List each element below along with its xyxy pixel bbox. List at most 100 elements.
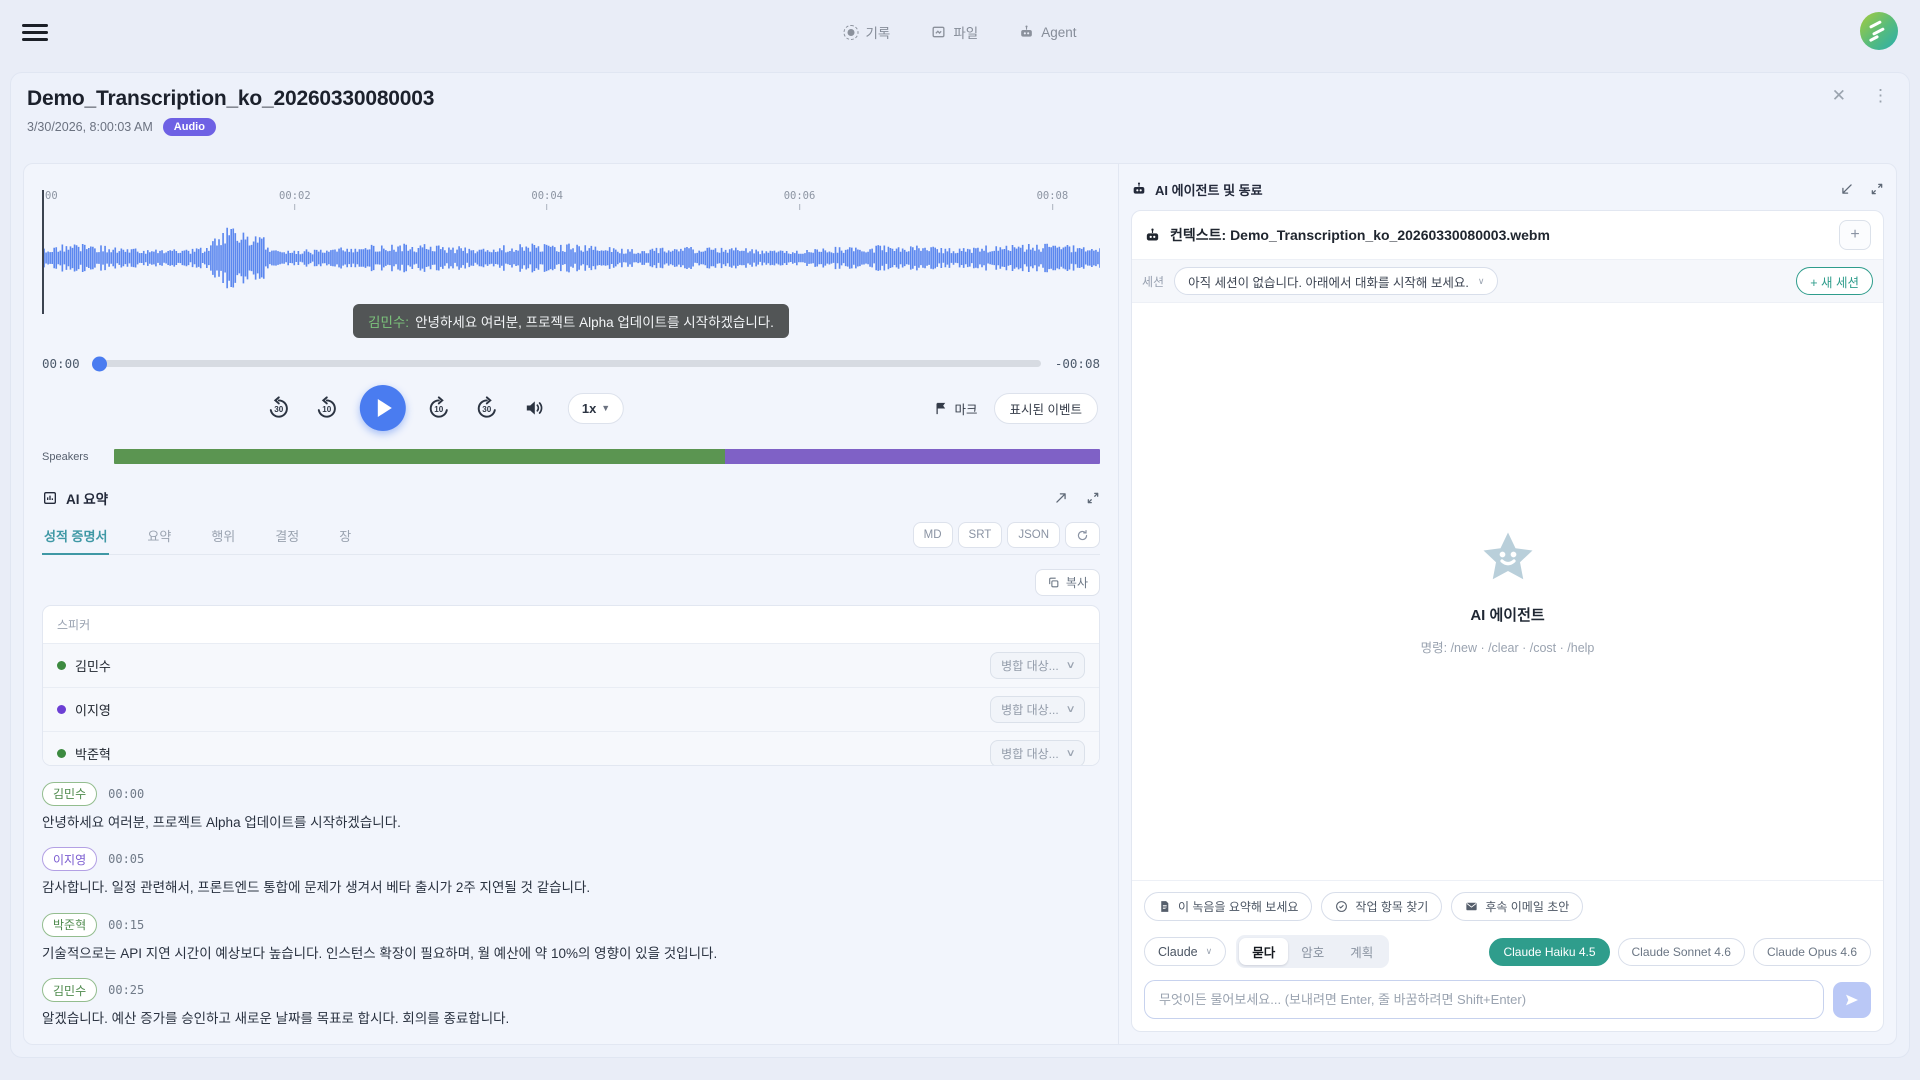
tab-agent-label: Agent bbox=[1041, 24, 1077, 40]
robot-icon bbox=[1133, 182, 1145, 194]
chevron-down-icon: ∨ bbox=[1477, 275, 1485, 286]
chevron-down-icon: ▼ bbox=[601, 403, 611, 413]
tab-record[interactable]: 기록 bbox=[843, 22, 891, 42]
tab-decisions[interactable]: 결정 bbox=[273, 520, 301, 554]
speaker-list: 스피커 김민수 병합 대상... ∨ 이지영 병합 대상... ∨ 박준혁 병합… bbox=[42, 605, 1100, 766]
speed-select[interactable]: 1x ▼ bbox=[567, 392, 625, 424]
merge-target-select[interactable]: 병합 대상... ∨ bbox=[990, 652, 1085, 679]
provider-select[interactable]: Claude ∨ bbox=[1144, 937, 1227, 966]
menu-icon[interactable] bbox=[22, 20, 48, 45]
chip-followup-email[interactable]: 후속 이메일 초안 bbox=[1451, 892, 1584, 921]
speaker-badge: 김민수 bbox=[42, 781, 98, 806]
entry-text: 감사합니다. 일정 관련해서, 프론트엔드 통합에 문제가 생겨서 베타 출시가… bbox=[42, 880, 591, 896]
tab-record-label: 기록 bbox=[865, 26, 891, 41]
agent-card: 컨텍스트: Demo_Transcription_ko_202603300800… bbox=[1131, 210, 1884, 1032]
open-external-icon[interactable] bbox=[1054, 491, 1068, 505]
document-header: Demo_Transcription_ko_20260330080003 3/3… bbox=[11, 73, 1909, 136]
entry-timestamp[interactable]: 00:15 bbox=[108, 918, 144, 932]
speaker-row: 김민수 병합 대상... ∨ bbox=[43, 643, 1099, 687]
record-icon bbox=[843, 24, 859, 40]
chevron-down-icon: ∨ bbox=[1205, 946, 1213, 956]
copy-button[interactable]: 복사 bbox=[1034, 569, 1100, 596]
speaker-badge: 이지영 bbox=[42, 847, 98, 872]
entry-timestamp[interactable]: 00:00 bbox=[108, 787, 144, 801]
svg-text:10: 10 bbox=[322, 405, 332, 414]
agent-panel: AI 에이전트 및 동료 컨텍스트: Demo_Transcription_ko… bbox=[1118, 164, 1896, 1044]
tab-transcript[interactable]: 성적 증명서 bbox=[42, 520, 110, 555]
new-session-button[interactable]: + 새 세션 bbox=[1796, 267, 1873, 295]
speaker-name: 박준혁 bbox=[75, 747, 111, 762]
transcript-entry[interactable]: 박준혁 00:15 기술적으로는 API 지연 시간이 예상보다 높습니다. 인… bbox=[42, 912, 1100, 964]
transcript-list: 김민수 00:00 안녕하세요 여러분, 프로젝트 Alpha 업데이트를 시작… bbox=[42, 781, 1100, 1044]
play-button[interactable] bbox=[359, 385, 406, 431]
forward-30-button[interactable]: 30 bbox=[472, 393, 502, 423]
subtitle-overlay: 김민수: 안녕하세요 여러분, 프로젝트 Alpha 업데이트를 시작하겠습니다. bbox=[353, 304, 789, 338]
add-context-button[interactable]: + bbox=[1839, 220, 1871, 250]
subtitle-speaker: 김민수: bbox=[368, 315, 410, 330]
player-section: 00 00:02 00:04 00:06 00:08 김민수: 안녕하세요 여러분… bbox=[24, 164, 1118, 1044]
session-select[interactable]: 아직 세션이 없습니다. 아래에서 대화를 시작해 보세요. ∨ bbox=[1174, 267, 1499, 295]
seek-thumb[interactable] bbox=[91, 356, 107, 371]
transcript-entry[interactable]: 김민수 00:00 안녕하세요 여러분, 프로젝트 Alpha 업데이트를 시작… bbox=[42, 781, 1100, 833]
speaker-badge: 김민수 bbox=[42, 978, 98, 1003]
speaker-segment-green[interactable] bbox=[114, 449, 726, 464]
document-date: 3/30/2026, 8:00:03 AM bbox=[27, 120, 153, 134]
rewind-30-button[interactable]: 30 bbox=[264, 393, 294, 423]
collapse-icon[interactable] bbox=[1840, 182, 1854, 196]
model-claude-opus[interactable]: Claude Opus 4.6 bbox=[1752, 937, 1871, 966]
entry-timestamp[interactable]: 00:05 bbox=[108, 852, 144, 866]
seek-slider[interactable] bbox=[91, 356, 1041, 371]
entry-text: 안녕하세요 여러분, 프로젝트 Alpha 업데이트를 시작하겠습니다. bbox=[42, 814, 401, 830]
speaker-segment-purple[interactable] bbox=[725, 449, 1100, 464]
remaining-time: -00:08 bbox=[1054, 356, 1100, 371]
rewind-10-button[interactable]: 10 bbox=[312, 393, 342, 423]
tab-files[interactable]: 파일 bbox=[930, 22, 978, 42]
transcript-entry[interactable]: 이지영 00:05 감사합니다. 일정 관련해서, 프론트엔드 통합에 문제가 … bbox=[42, 847, 1100, 898]
send-button[interactable] bbox=[1833, 981, 1871, 1018]
expand-icon[interactable] bbox=[1870, 182, 1884, 196]
model-claude-sonnet[interactable]: Claude Sonnet 4.6 bbox=[1617, 937, 1745, 966]
volume-button[interactable] bbox=[520, 393, 550, 423]
playback-cursor[interactable] bbox=[42, 190, 44, 314]
speaker-timeline-bar[interactable] bbox=[114, 449, 1100, 464]
mark-button[interactable]: 마크 bbox=[934, 399, 978, 418]
marked-events-button[interactable]: 표시된 이벤트 bbox=[993, 393, 1098, 424]
chat-input[interactable] bbox=[1144, 980, 1824, 1019]
app-logo[interactable] bbox=[1860, 12, 1898, 50]
tab-agent[interactable]: Agent bbox=[1018, 22, 1076, 42]
merge-target-select[interactable]: 병합 대상... ∨ bbox=[990, 740, 1085, 765]
model-claude-haiku[interactable]: Claude Haiku 4.5 bbox=[1489, 937, 1610, 966]
tab-actions[interactable]: 행위 bbox=[209, 520, 237, 554]
kebab-menu-icon[interactable]: ⋮ bbox=[1872, 87, 1889, 104]
expand-icon[interactable] bbox=[1086, 491, 1100, 505]
model-pills: Claude Haiku 4.5 Claude Sonnet 4.6 Claud… bbox=[1489, 937, 1871, 966]
speaker-row: 이지영 병합 대상... ∨ bbox=[43, 687, 1099, 731]
page-title: Demo_Transcription_ko_20260330080003 bbox=[27, 87, 435, 110]
export-json-button[interactable]: JSON bbox=[1007, 522, 1060, 548]
summary-tabs: 성적 증명서 요약 행위 결정 장 MD SRT JSON bbox=[42, 520, 1100, 555]
chip-summarize[interactable]: 이 녹음을 요약해 보세요 bbox=[1144, 892, 1313, 921]
merge-target-select[interactable]: 병합 대상... ∨ bbox=[990, 696, 1085, 723]
mode-plan[interactable]: 계획 bbox=[1337, 938, 1386, 965]
chip-action-items[interactable]: 작업 항목 찾기 bbox=[1321, 892, 1443, 921]
export-md-button[interactable]: MD bbox=[912, 522, 953, 548]
mode-ask[interactable]: 묻다 bbox=[1239, 938, 1289, 965]
top-tabs: 기록 파일 Agent bbox=[843, 22, 1076, 42]
tab-files-label: 파일 bbox=[953, 26, 979, 41]
forward-10-button[interactable]: 10 bbox=[424, 393, 454, 423]
export-srt-button[interactable]: SRT bbox=[957, 522, 1003, 548]
mode-code[interactable]: 암호 bbox=[1288, 938, 1337, 965]
document-card: Demo_Transcription_ko_20260330080003 3/3… bbox=[10, 72, 1910, 1058]
mode-switch: 묻다 암호 계획 bbox=[1236, 935, 1390, 968]
check-circle-icon bbox=[1336, 901, 1348, 912]
tab-summary[interactable]: 요약 bbox=[145, 520, 173, 554]
waveform-container[interactable]: 00 00:02 00:04 00:06 00:08 bbox=[42, 190, 1100, 314]
entry-timestamp[interactable]: 00:25 bbox=[108, 983, 144, 997]
context-label: 컨텍스트: Demo_Transcription_ko_202603300800… bbox=[1170, 227, 1550, 243]
tab-chapters[interactable]: 장 bbox=[337, 520, 353, 554]
refresh-icon bbox=[1077, 529, 1088, 540]
close-icon[interactable]: ✕ bbox=[1832, 87, 1846, 104]
mail-icon bbox=[1466, 902, 1477, 911]
transcript-entry[interactable]: 김민수 00:25 알겠습니다. 예산 증가를 승인하고 새로운 날짜를 목표로… bbox=[42, 978, 1100, 1029]
refresh-button[interactable] bbox=[1065, 522, 1100, 548]
